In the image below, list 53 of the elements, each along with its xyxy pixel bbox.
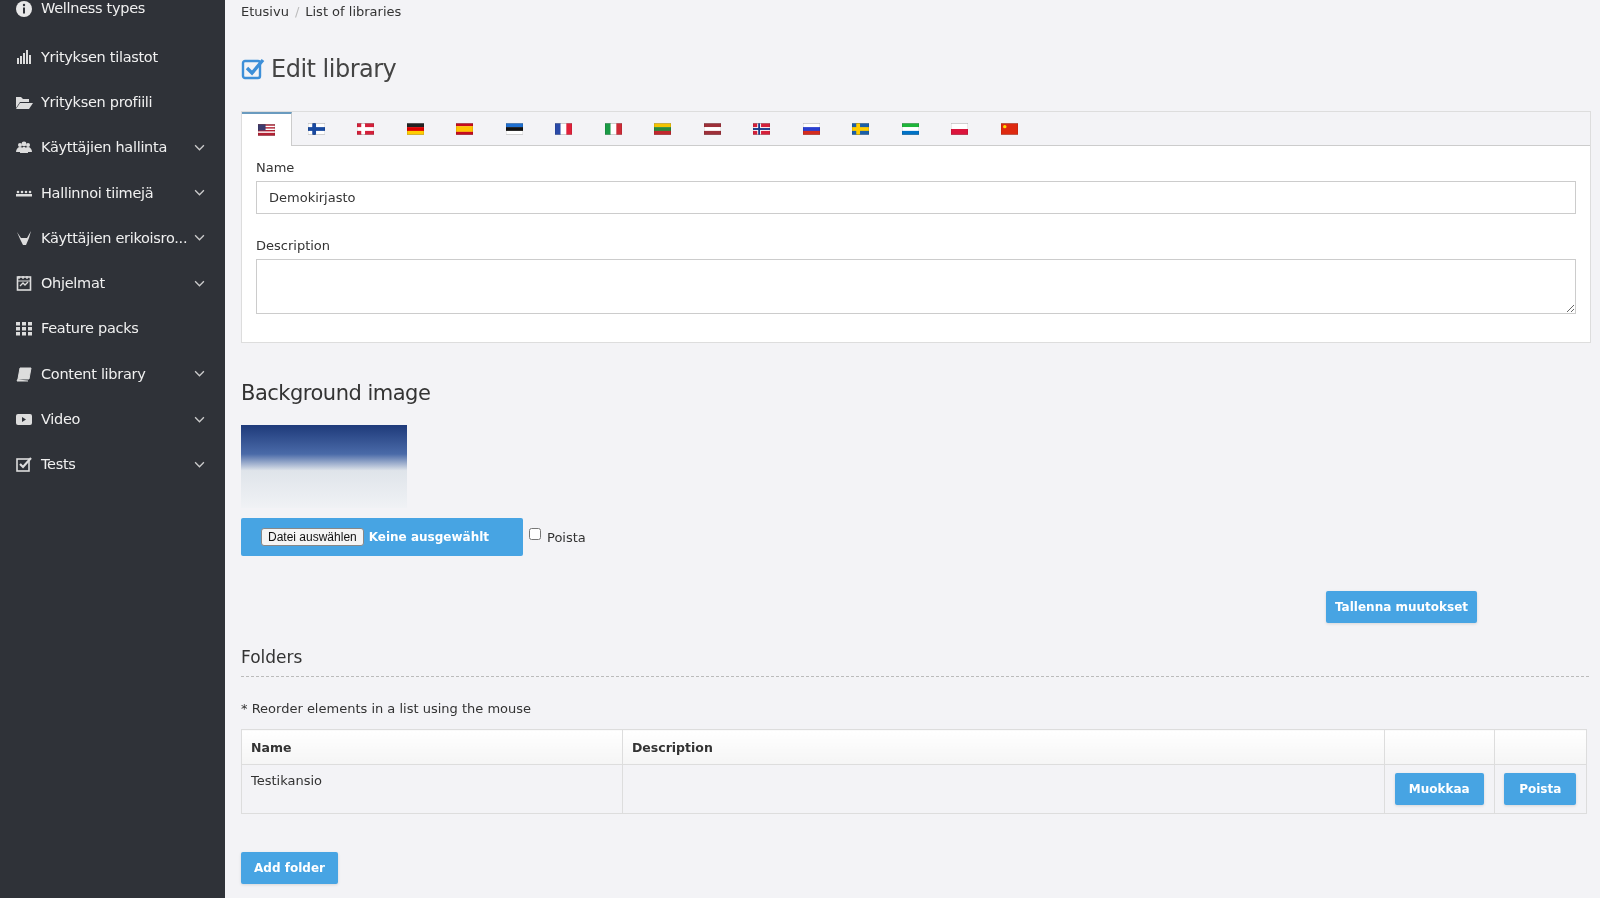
grid-icon [15, 319, 33, 338]
flag-icon [1000, 122, 1018, 135]
flag-icon [406, 122, 424, 135]
flag-icon [654, 122, 672, 135]
flag-icon [357, 122, 375, 135]
column-header: Description [622, 729, 1385, 765]
flag-icon [555, 122, 573, 135]
field-label: Name [256, 160, 296, 175]
file-upload-field[interactable]: Datei auswählen Keine ausgewählt [241, 518, 523, 556]
sidebar-item[interactable]: Hallinnoi tiimejä [0, 169, 225, 216]
sidebar-item[interactable]: Feature packs [0, 305, 225, 352]
breadcrumb-link[interactable]: Etusivu [241, 3, 289, 19]
sidebar-item[interactable]: Content library [0, 351, 225, 397]
section-heading: Folders [241, 647, 304, 667]
field-label: Description [256, 238, 332, 253]
page-title: Edit library [271, 55, 397, 83]
breadcrumb-separator: / [294, 3, 300, 19]
column-header: Name [241, 729, 623, 765]
sidebar-item[interactable]: Video [0, 396, 225, 442]
flag-icon [307, 122, 325, 135]
calendar-icon [15, 274, 33, 293]
language-tab[interactable] [242, 112, 292, 146]
flag-icon [257, 124, 275, 136]
name-input[interactable]: Demokirjasto [256, 181, 1576, 214]
flag-icon [753, 122, 771, 135]
checkbox-label: Poista [547, 529, 586, 545]
sidebar-item[interactable]: Yrityksen tilastot [0, 34, 225, 80]
checkbox-icon [15, 455, 33, 474]
section-heading: Background image [241, 381, 432, 405]
choose-file-button[interactable]: Datei auswählen [261, 528, 364, 546]
sidebar-item[interactable]: Ohjelmat [0, 260, 225, 306]
sidebar-item[interactable]: Käyttäjien hallinta [0, 124, 225, 170]
book-icon [15, 364, 33, 383]
sidebar-item[interactable]: Yrityksen profiili [0, 79, 225, 125]
breadcrumb-link[interactable]: List of libraries [305, 3, 402, 19]
checkbox-icon [241, 57, 265, 81]
flag-icon [505, 122, 523, 135]
flag-icon [901, 122, 919, 135]
sidebar-item[interactable]: Wellness types [0, 0, 225, 24]
flag-icon [802, 122, 820, 135]
flag-icon [951, 122, 969, 135]
remove-checkbox[interactable] [529, 528, 541, 540]
bar-chart-icon [15, 47, 33, 66]
people-row-icon [15, 188, 33, 197]
flag-icon [456, 122, 474, 135]
flag-icon [604, 122, 622, 135]
flag-icon [703, 122, 721, 135]
sidebar-item[interactable]: Käyttäjien erikoisro... [0, 215, 225, 261]
file-status: Keine ausgewählt [368, 530, 490, 544]
flag-icon [852, 122, 870, 135]
hint-text: * Reorder elements in a list using the mouse [241, 701, 533, 716]
table-cell: Testikansio [241, 764, 623, 814]
sidebar-item[interactable]: Tests [0, 441, 225, 487]
